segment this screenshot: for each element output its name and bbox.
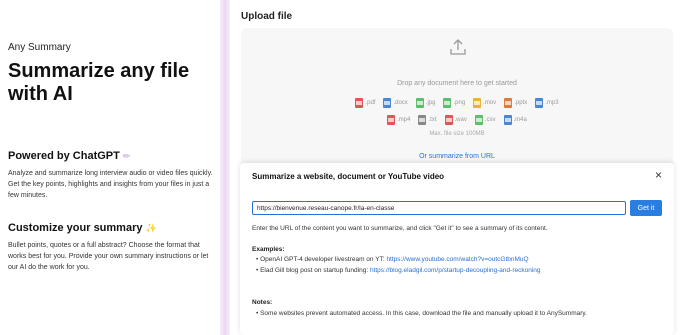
url-instructions: Enter the URL of the content you want to…: [252, 225, 548, 232]
modal-title: Summarize a website, document or YouTube…: [252, 172, 445, 181]
url-input[interactable]: [252, 201, 626, 215]
file-type-item: .jpg: [415, 98, 436, 108]
summarize-from-url-link[interactable]: Or summarize from URL: [241, 153, 673, 160]
note-item: • Some websites prevent automated access…: [256, 310, 587, 317]
pencil-icon: ✏: [122, 151, 131, 161]
file-type-item: .png: [443, 98, 465, 108]
file-type-icon: [535, 98, 544, 108]
file-type-item: .mp4: [387, 115, 410, 125]
file-type-item: .docx: [383, 98, 408, 108]
close-icon[interactable]: ×: [655, 168, 662, 182]
notes-label: Notes:: [252, 299, 273, 306]
url-modal: Summarize a website, document or YouTube…: [240, 163, 674, 335]
note-text: Some websites prevent automated access. …: [260, 310, 587, 317]
file-type-label: .docx: [393, 100, 408, 106]
powered-description: Analyze and summarize long interview aud…: [8, 170, 213, 199]
example-text: Elad Gill blog post on startup funding:: [260, 267, 370, 274]
file-type-icon: [355, 98, 364, 108]
file-type-label: .csv: [484, 117, 496, 123]
file-type-label: .jpg: [425, 100, 436, 106]
file-type-label: .mov: [483, 100, 497, 106]
file-type-label: .pptx: [514, 100, 528, 106]
file-types-row-2: .mp4 .txt .wav .csv .m4a: [241, 115, 673, 125]
file-type-item: .txt: [418, 115, 437, 125]
file-type-label: .png: [453, 100, 466, 106]
file-type-icon: [474, 115, 483, 125]
file-type-item: .m4a: [503, 115, 527, 125]
file-type-item: .mov: [473, 98, 496, 108]
file-type-icon: [473, 98, 482, 108]
file-type-item: .pptx: [504, 98, 527, 108]
powered-title: Powered by ChatGPT ✏: [8, 150, 130, 162]
powered-title-text: Powered by ChatGPT: [8, 150, 120, 162]
file-type-label: .mp3: [545, 100, 559, 106]
customize-title-text: Customize your summary: [8, 222, 143, 234]
file-type-item: .pdf: [355, 98, 375, 108]
file-type-item: .csv: [474, 115, 496, 125]
file-type-icon: [443, 98, 452, 108]
file-types-row-1: .pdf .docx .jpg .png .mov .pptx .mp3: [241, 98, 673, 108]
file-type-icon: [504, 98, 513, 108]
example-item: • OpenAI GPT-4 developer livestream on Y…: [256, 256, 529, 263]
example-link[interactable]: https://blog.eladgil.com/p/startup-decou…: [370, 267, 541, 274]
examples-label: Examples:: [252, 246, 285, 253]
file-type-label: .txt: [428, 117, 437, 123]
upload-icon: [450, 39, 466, 55]
right-panel: Upload file Drop any document here to ge…: [230, 0, 680, 335]
example-link[interactable]: https://www.youtube.com/watch?v=outcGtbn…: [386, 256, 528, 263]
file-type-icon: [415, 98, 424, 108]
file-type-icon: [503, 115, 512, 125]
file-dropzone[interactable]: Drop any document here to get started .p…: [241, 28, 673, 168]
example-text: OpenAI GPT-4 developer livestream on YT:: [260, 256, 387, 263]
file-type-label: .pdf: [365, 100, 376, 106]
file-type-item: .wav: [444, 115, 467, 125]
upload-title: Upload file: [241, 11, 293, 22]
customize-description: Bullet points, quotes or a full abstract…: [8, 242, 209, 271]
file-type-icon: [387, 115, 396, 125]
page-headline: Summarize any file with AI: [8, 60, 190, 105]
customize-title: Customize your summary ✨: [8, 222, 157, 234]
panel-divider: [220, 0, 230, 335]
file-type-label: .m4a: [513, 117, 527, 123]
drop-instructions: Drop any document here to get started: [397, 80, 517, 87]
file-type-label: .wav: [454, 117, 467, 123]
file-type-icon: [383, 98, 392, 108]
left-panel: Any Summary Summarize any file with AI P…: [0, 0, 220, 335]
sparkles-icon: ✨: [145, 223, 157, 233]
example-item: • Elad Gill blog post on startup funding…: [256, 267, 541, 274]
max-file-size: Max. file size 100MB: [429, 131, 485, 137]
file-type-icon: [444, 115, 453, 125]
brand-name: Any Summary: [8, 42, 71, 53]
file-type-icon: [418, 115, 427, 125]
file-type-label: .mp4: [397, 117, 411, 123]
get-it-button[interactable]: Get it: [630, 200, 662, 216]
file-type-item: .mp3: [535, 98, 559, 108]
